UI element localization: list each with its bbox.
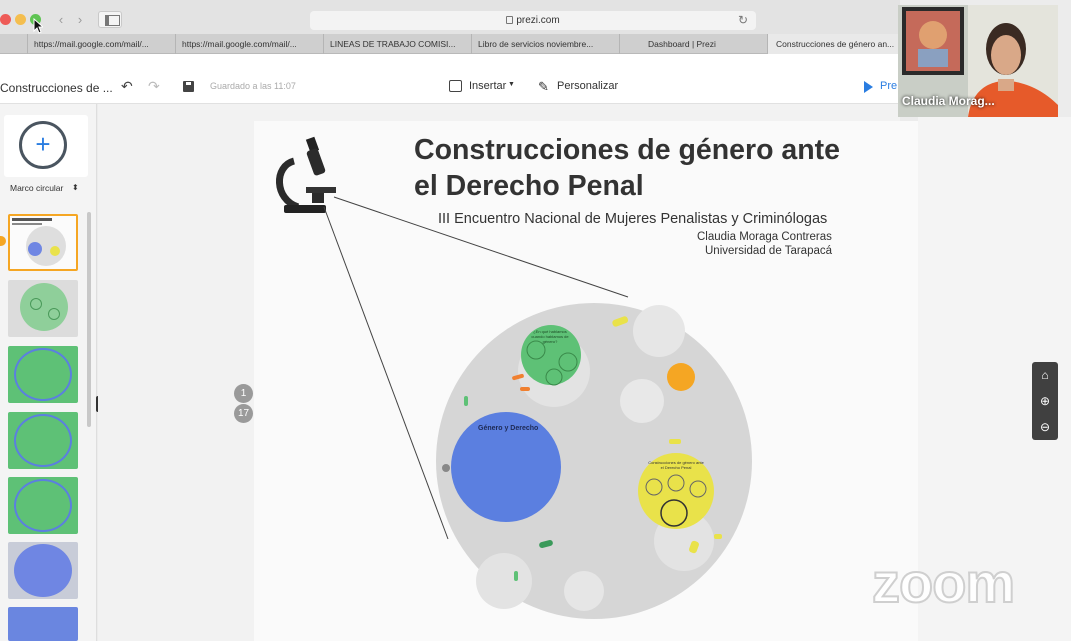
- back-icon[interactable]: ‹: [52, 11, 70, 28]
- frame-thumbnail-5[interactable]: [8, 477, 78, 534]
- address-bar[interactable]: prezi.com: [310, 11, 756, 30]
- tab-libro-de-servicios[interactable]: Libro de servicios noviembre...: [472, 34, 620, 54]
- orange-dot: [667, 363, 695, 391]
- frame-thumbnail-1[interactable]: [8, 214, 78, 271]
- slide-subtitle: III Encuentro Nacional de Mujeres Penali…: [438, 211, 828, 227]
- author-name: Claudia Moraga Contreras: [697, 231, 832, 243]
- minimize-window-icon[interactable]: [15, 14, 26, 25]
- customize-button[interactable]: Personalizar: [557, 80, 618, 92]
- tab-gmail-2[interactable]: https://mail.google.com/mail/...: [176, 34, 324, 54]
- yellow-bubble-label: Construcciones de género ante el Derecho…: [648, 460, 704, 470]
- prezi-toolbar: Construcciones de ...: [0, 54, 900, 104]
- redo-icon[interactable]: ↷: [148, 79, 162, 93]
- close-window-icon[interactable]: [0, 14, 11, 25]
- current-page-badge[interactable]: 1: [234, 384, 253, 403]
- forward-icon[interactable]: ›: [71, 11, 89, 28]
- tab-prezi-presentation[interactable]: Construcciones de género an...: [768, 34, 900, 54]
- frame-thumbnail-2[interactable]: [8, 280, 78, 337]
- home-icon[interactable]: ⌂: [1032, 362, 1058, 388]
- blue-bubble-label: Género y Derecho: [478, 425, 539, 432]
- updown-caret-icon[interactable]: ⬍: [72, 183, 79, 192]
- total-pages-badge[interactable]: 17: [234, 404, 253, 423]
- frame-thumbnail-7[interactable]: [8, 607, 78, 641]
- reload-icon[interactable]: ↻: [738, 11, 748, 30]
- tab-bar: https://mail.google.com/mail/... https:/…: [0, 34, 900, 54]
- slide-title-line-2: el Derecho Penal: [414, 170, 644, 202]
- frame-thumbnail-3[interactable]: [8, 346, 78, 403]
- presentation-title[interactable]: Construcciones de ...: [0, 81, 113, 95]
- add-frame-plus-icon[interactable]: +: [19, 121, 67, 169]
- author-university: Universidad de Tarapacá: [705, 245, 833, 257]
- microscope-icon: [276, 136, 336, 213]
- lock-icon: [506, 16, 514, 24]
- pencil-icon[interactable]: ✎: [538, 79, 549, 95]
- tab-pinned[interactable]: [0, 34, 28, 54]
- tab-gmail-1[interactable]: https://mail.google.com/mail/...: [28, 34, 176, 54]
- insert-icon[interactable]: [449, 80, 462, 92]
- saved-status: Guardado a las 11:07: [210, 81, 296, 91]
- frame-thumbnail-4[interactable]: [8, 412, 78, 469]
- zoom-in-icon[interactable]: ⊕: [1032, 388, 1058, 414]
- green-bubble-label: ¿En qué hablamos cuando hablamos de géne…: [531, 329, 569, 344]
- insert-button[interactable]: Insertar: [469, 80, 506, 92]
- tab-prezi-dashboard[interactable]: Dashboard | Prezi: [620, 34, 768, 54]
- zoom-logo: zoom: [871, 550, 1016, 615]
- slide-title: Construcciones de género ante: [414, 134, 841, 166]
- url-text: prezi.com: [516, 15, 560, 26]
- present-button[interactable]: Pre: [880, 80, 897, 92]
- play-icon[interactable]: [864, 81, 873, 93]
- zoom-out-icon[interactable]: ⊖: [1032, 414, 1058, 440]
- zoom-controls: ⌂ ⊕ ⊖: [1032, 362, 1058, 440]
- participant-name: Claudia Morag...: [902, 94, 995, 108]
- frame-type-select[interactable]: Marco circular: [10, 183, 63, 193]
- undo-icon[interactable]: ↶: [121, 79, 135, 93]
- mouse-cursor-icon: [33, 18, 43, 34]
- tab-lineas-de-trabajo[interactable]: LINEAS DE TRABAJO COMISI...: [324, 34, 472, 54]
- save-icon[interactable]: [183, 81, 194, 92]
- frames-scrollbar[interactable]: [87, 212, 91, 427]
- chevron-down-icon[interactable]: ▼: [508, 81, 515, 88]
- frame-thumbnail-6[interactable]: [8, 542, 78, 599]
- sidebar-toggle-icon[interactable]: [98, 11, 122, 28]
